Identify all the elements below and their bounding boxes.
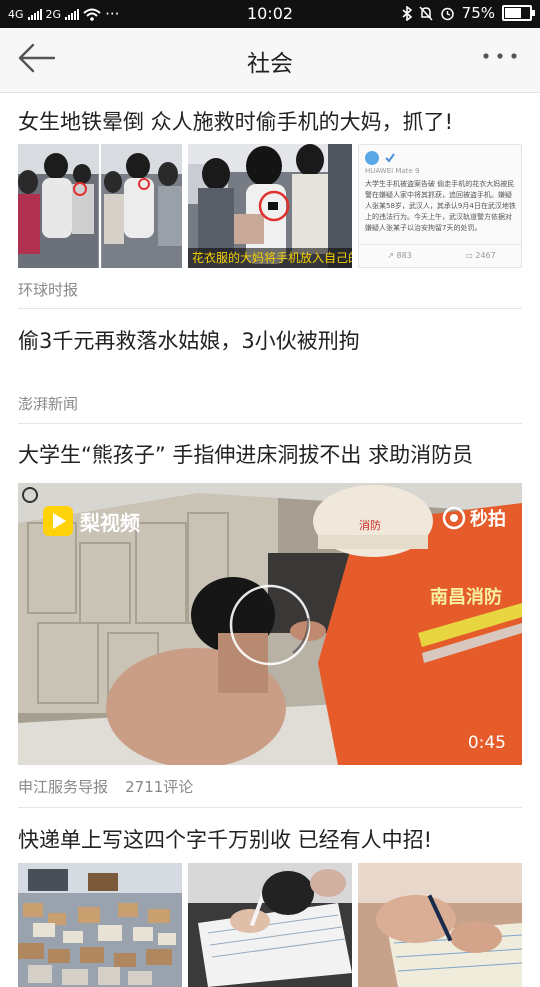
thumbnail-row: 花衣服的大妈将手机放入自己的包 HUAWEI Mate 9 大学生手机被盗案告破… bbox=[18, 144, 522, 268]
comment-value: 2467 bbox=[475, 251, 496, 260]
miaopai-icon bbox=[442, 506, 466, 530]
news-source: 环球时报 bbox=[18, 281, 79, 299]
video-player[interactable]: 消防 南昌消防 梨视频 秒拍 0:45 bbox=[18, 483, 522, 765]
more-dots-icon bbox=[483, 53, 517, 59]
mute-bell-icon bbox=[419, 5, 433, 21]
more-options-button[interactable] bbox=[480, 46, 524, 74]
news-thumbnail[interactable] bbox=[18, 144, 182, 268]
battery-percent: 75% bbox=[461, 4, 495, 22]
miaopai-logo: 秒拍 bbox=[442, 505, 506, 531]
news-thumbnail[interactable]: HUAWEI Mate 9 大学生手机被盗案告破 偷走手机的花衣大妈被民警在嫌疑… bbox=[358, 144, 522, 268]
weibo-device: HUAWEI Mate 9 bbox=[365, 167, 420, 175]
helmet-text: 消防 bbox=[359, 518, 381, 532]
news-item[interactable]: 大学生“熊孩子” 手指伸进床洞拔不出 求助消防员 消防 南昌消防 梨视频 秒拍 … bbox=[18, 424, 522, 808]
verified-check-icon bbox=[385, 153, 395, 163]
status-right: 75% bbox=[402, 4, 535, 22]
vest-text: 南昌消防 bbox=[430, 586, 502, 608]
alarm-icon bbox=[440, 7, 454, 20]
thumbnail-row bbox=[18, 863, 522, 987]
news-headline[interactable]: 大学生“熊孩子” 手指伸进床洞拔不出 求助消防员 bbox=[18, 424, 522, 470]
news-headline[interactable]: 偷3千元再救落水姑娘，3小伙被刑拘 bbox=[18, 309, 522, 356]
news-headline[interactable]: 快递单上写这四个字千万别收 已经有人中招! bbox=[18, 808, 522, 855]
image-caption: 花衣服的大妈将手机放入自己的包 bbox=[188, 248, 352, 268]
video-duration: 0:45 bbox=[467, 733, 506, 753]
repost-icon: ↗ bbox=[387, 251, 394, 260]
parcel-pile-image bbox=[18, 863, 182, 987]
battery-icon bbox=[502, 5, 535, 21]
logo-right-text: 秒拍 bbox=[470, 509, 506, 530]
logo-left-text: 梨视频 bbox=[80, 510, 140, 535]
page-title: 社会 bbox=[247, 51, 293, 77]
news-source: 澎湃新闻 bbox=[18, 395, 79, 413]
news-item[interactable]: 女生地铁晕倒 众人施救时偷手机的大妈，抓了! 花衣服的大妈将手机放入自己 HUA… bbox=[18, 93, 522, 309]
news-thumbnail[interactable] bbox=[18, 863, 182, 987]
comment-count: 2711评论 bbox=[125, 778, 194, 796]
news-item[interactable]: 偷3千元再救落水姑娘，3小伙被刑拘 澎湃新闻 bbox=[18, 309, 522, 424]
weibo-text: 大学生手机被盗案告破 偷走手机的花衣大妈被民警在嫌疑人家中将其抓获，追回被盗手机… bbox=[365, 180, 516, 232]
subway-crowd-image bbox=[18, 144, 182, 268]
battery-fill bbox=[505, 8, 521, 18]
title-bar: 社会 bbox=[0, 28, 540, 93]
news-headline[interactable]: 女生地铁晕倒 众人施救时偷手机的大妈，抓了! bbox=[18, 93, 522, 137]
signing-form-image bbox=[188, 863, 352, 987]
status-bar: 4G 2G ··· 10:02 75% bbox=[0, 0, 540, 28]
news-item[interactable]: 快递单上写这四个字千万别收 已经有人中招! bbox=[18, 808, 522, 987]
news-source: 申江服务导报 bbox=[18, 778, 109, 796]
news-thumbnail[interactable] bbox=[188, 863, 352, 987]
repost-count: ↗ 883 bbox=[359, 245, 440, 267]
news-thumbnail[interactable] bbox=[358, 863, 522, 987]
comment-count: ▭ 2467 bbox=[440, 245, 521, 267]
news-thumbnail[interactable]: 花衣服的大妈将手机放入自己的包 bbox=[188, 144, 352, 268]
repost-value: 883 bbox=[396, 251, 412, 260]
pear-video-logo: 梨视频 bbox=[42, 505, 140, 537]
weibo-actions: ↗ 883 ▭ 2467 bbox=[359, 244, 521, 267]
pear-video-icon bbox=[43, 506, 73, 536]
comment-icon: ▭ bbox=[465, 251, 473, 260]
news-feed: 女生地铁晕倒 众人施救时偷手机的大妈，抓了! 花衣服的大妈将手机放入自己 HUA… bbox=[18, 93, 522, 987]
bluetooth-icon bbox=[402, 5, 412, 21]
news-meta: 申江服务导报 2711评论 bbox=[18, 776, 522, 797]
weibo-avatar bbox=[365, 151, 379, 165]
writing-form-image bbox=[358, 863, 522, 987]
